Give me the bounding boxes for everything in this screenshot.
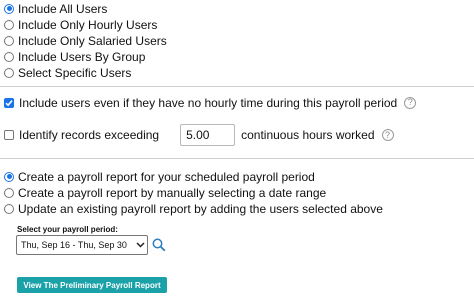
radio-select-specific-users[interactable]	[4, 67, 14, 78]
radio-include-salaried-users[interactable]	[4, 35, 14, 46]
radio-include-all-users[interactable]	[4, 3, 14, 14]
records-exceeding-checkbox[interactable]	[4, 130, 14, 140]
radio-include-hourly-users[interactable]	[4, 19, 14, 30]
radio-scheduled-period[interactable]	[4, 171, 14, 182]
payroll-period-value: Thu, Sep 16 - Thu, Sep 30	[21, 240, 127, 250]
option-label: Create a payroll report by manually sele…	[18, 185, 327, 200]
option-label: Include All Users	[18, 1, 108, 16]
option-label: Include Only Salaried Users	[18, 33, 167, 48]
view-preliminary-report-button[interactable]: View The Preliminary Payroll Report	[17, 277, 167, 293]
report-mode-option-scheduled[interactable]: Create a payroll report for your schedul…	[4, 169, 315, 184]
no-hourly-time-label: Include users even if they have no hourl…	[19, 95, 398, 110]
user-filter-option-all[interactable]: Include All Users	[4, 1, 107, 16]
question-circle-icon[interactable]: ?	[381, 129, 394, 141]
report-mode-option-update-existing[interactable]: Update an existing payroll report by add…	[4, 201, 383, 216]
search-icon[interactable]	[152, 238, 166, 255]
radio-manual-date-range[interactable]	[4, 187, 14, 198]
user-filter-option-salaried[interactable]: Include Only Salaried Users	[4, 33, 167, 48]
chevron-down-icon	[133, 242, 147, 248]
radio-update-existing-report[interactable]	[4, 203, 14, 214]
no-hourly-time-option[interactable]: Include users even if they have no hourl…	[4, 95, 417, 110]
user-filter-option-specific[interactable]: Select Specific Users	[4, 65, 131, 80]
payroll-period-label: Select your payroll period:	[17, 225, 118, 234]
report-mode-option-date-range[interactable]: Create a payroll report by manually sele…	[4, 185, 326, 200]
divider	[0, 86, 474, 87]
checkmark-icon	[5, 99, 13, 106]
hours-threshold-input[interactable]	[180, 124, 236, 146]
option-label: Include Users By Group	[18, 49, 146, 64]
option-label: Create a payroll report for your schedul…	[18, 169, 315, 184]
payroll-period-select[interactable]: Thu, Sep 16 - Thu, Sep 30	[16, 235, 148, 255]
option-label: Include Only Hourly Users	[18, 17, 158, 32]
question-circle-icon[interactable]: ?	[404, 96, 417, 109]
records-exceeding-option: Identify records exceeding continuous ho…	[4, 123, 394, 147]
user-filter-option-group[interactable]: Include Users By Group	[4, 49, 145, 64]
records-exceeding-label: Identify records exceeding	[19, 128, 160, 142]
no-hourly-time-checkbox[interactable]	[4, 97, 14, 108]
option-label: Update an existing payroll report by add…	[18, 201, 383, 216]
user-filter-option-hourly[interactable]: Include Only Hourly Users	[4, 17, 157, 32]
radio-include-users-by-group[interactable]	[4, 51, 14, 62]
option-label: Select Specific Users	[18, 65, 132, 80]
records-exceeding-suffix: continuous hours worked	[241, 128, 375, 142]
divider	[0, 158, 474, 159]
